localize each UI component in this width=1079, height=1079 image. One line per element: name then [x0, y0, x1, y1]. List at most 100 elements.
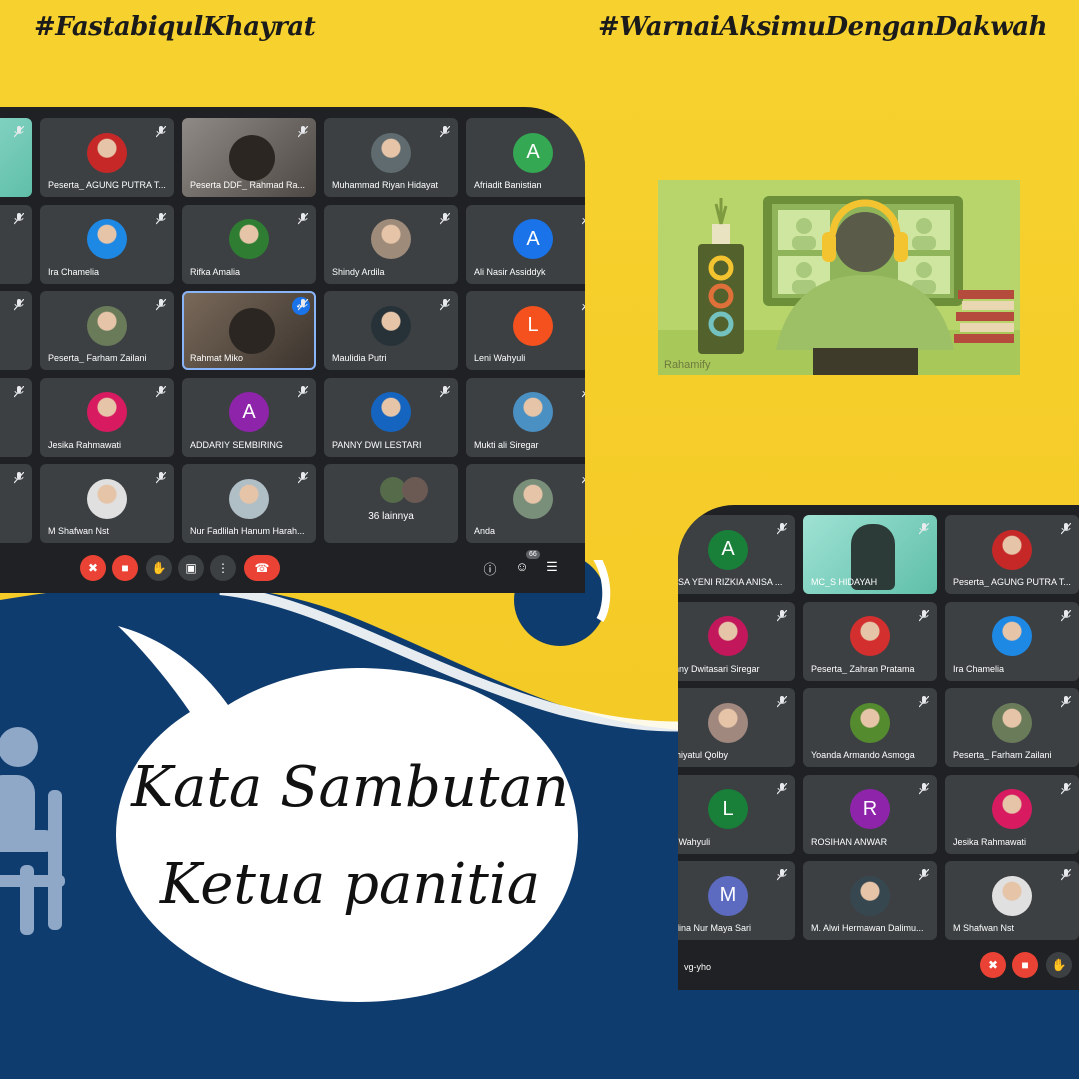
participant-name: Rifka Amalia — [190, 266, 241, 277]
participant-tile[interactable]: •••Rahmat Miko — [182, 291, 316, 370]
participant-tile[interactable]: A NISA YENI RIZKIA ANISA ... — [678, 515, 795, 594]
avatar — [87, 219, 127, 260]
participant-tile[interactable]: Yoanda Armando Asmoga — [803, 688, 937, 767]
mic-off-icon — [1060, 868, 1072, 881]
participant-tile[interactable]: Peserta DDF_ Rahmad Ra... — [182, 118, 316, 197]
mic-off-icon — [581, 212, 585, 224]
participant-tile[interactable]: M. Alwi Hermawan Dalimu... — [803, 861, 937, 940]
avatar — [87, 305, 127, 346]
person-with-headphones-illustration — [658, 180, 1020, 375]
participant-name: Rahmat Miko — [190, 353, 244, 363]
sitting-person-icon — [0, 727, 65, 935]
more-options-button[interactable]: ⋮ — [210, 555, 236, 581]
mic-off-icon — [155, 298, 167, 311]
participant-tile[interactable]: onny Dwitasari Siregar — [678, 601, 795, 681]
present-screen-button[interactable]: ▣ — [178, 555, 204, 581]
participant-tile[interactable]: R ROSIHAN ANWAR — [803, 774, 937, 854]
participant-tile[interactable]: Anda — [466, 464, 585, 543]
participant-tile[interactable]: Mukti ali Siregar — [466, 377, 585, 457]
hashtag-left: #FastabiqulKhayrat — [34, 12, 316, 42]
avatar — [371, 392, 411, 433]
participant-tile[interactable]: Ira Chamelia — [40, 204, 174, 284]
second-meet-window: A NISA YENI RIZKIA ANISA ... MC_S HIDAYAH P… — [678, 505, 1079, 990]
avatar — [850, 875, 890, 916]
camera-toggle-button[interactable]: ■ — [1012, 952, 1038, 978]
participant-tile[interactable]: L Leni Wahyuli — [466, 291, 585, 370]
participant-tile[interactable]: ajhiyatul Qolby — [678, 688, 795, 767]
mic-off-icon — [1060, 522, 1072, 535]
participant-tile[interactable]: Peserta_ Farham Zailani — [945, 688, 1079, 767]
participant-name: Ira Chamelia — [953, 663, 1005, 674]
participant-tile[interactable]: alimu... — [0, 464, 32, 543]
end-call-button[interactable]: ☎ — [244, 555, 280, 581]
mic-toggle-button[interactable]: ✖ — [80, 555, 106, 581]
participant-tile[interactable]: Rifka Amalia — [182, 204, 316, 284]
participant-tile[interactable]: PANNY DWI LESTARI — [324, 377, 458, 457]
participant-name: PANNY DWI LESTARI — [332, 439, 422, 450]
participant-tile[interactable]: M Shafwan Nst — [40, 464, 174, 543]
avatar: A — [513, 132, 553, 173]
participant-tile[interactable]: A ADDARIY SEMBIRING — [182, 377, 316, 457]
participant-tile[interactable]: 36 lainnya — [324, 464, 458, 543]
mic-off-icon — [13, 385, 25, 397]
mic-off-icon — [776, 609, 788, 621]
participant-tile[interactable]: Peserta_ AGUNG PUTRA T... — [945, 515, 1079, 594]
participant-tile[interactable]: A Ali Nasir Assiddyk — [466, 204, 585, 284]
mic-off-icon — [1060, 695, 1072, 708]
meeting-code: vg-yho — [684, 962, 712, 972]
participant-tile[interactable]: Lni Wahyuli — [678, 774, 795, 854]
mic-off-icon — [439, 385, 451, 397]
avatar — [708, 702, 748, 743]
chat-button[interactable]: ☰ — [542, 559, 562, 579]
participant-name: Ali Nasir Assiddyk — [474, 266, 546, 277]
participant-tile[interactable]: Jesika Rahmawati — [945, 774, 1079, 854]
participant-tile[interactable]: Maulidia Putri — [324, 291, 458, 370]
participant-name: Nur Fadlilah Hanum Harah... — [190, 526, 305, 536]
avatar — [992, 702, 1032, 743]
avatar: L — [513, 305, 553, 346]
participant-name: Shindy Ardila — [332, 266, 385, 277]
participant-name: Jesika Rahmawati — [953, 836, 1027, 847]
participant-tile[interactable]: Shindy Ardila — [324, 204, 458, 284]
participant-tile[interactable] — [0, 291, 32, 370]
participant-tile[interactable]: M Shafwan Nst — [945, 861, 1079, 940]
participant-name: Ira Chamelia — [48, 266, 100, 277]
mic-toggle-button[interactable]: ✖ — [980, 952, 1006, 978]
mic-off-icon — [581, 385, 585, 397]
avatar — [371, 305, 411, 346]
participant-name: NISA YENI RIZKIA ANISA ... — [678, 577, 783, 587]
avatar: A — [708, 529, 748, 570]
raise-hand-button[interactable]: ✋ — [146, 555, 172, 581]
raise-hand-button[interactable]: ✋ — [1046, 952, 1072, 978]
participant-tile[interactable]: MC_S HIDAYAH — [803, 515, 937, 594]
participants-button[interactable]: ☺ — [512, 559, 532, 579]
participant-tile[interactable]: Peserta_ Zahran Pratama — [803, 601, 937, 681]
participant-tile[interactable]: Ira Chamelia — [945, 601, 1079, 681]
participant-tile[interactable]: A Afriadit Banistian — [466, 118, 585, 197]
participant-tile[interactable]: Peserta_ Farham Zailani — [40, 291, 174, 370]
mic-off-icon — [581, 298, 585, 311]
participant-tile[interactable] — [0, 118, 32, 197]
meeting-info-button[interactable]: ⓘ — [480, 559, 500, 579]
mic-off-icon — [155, 212, 167, 224]
mic-off-icon — [297, 385, 309, 397]
mic-off-icon — [581, 471, 585, 484]
mic-off-icon — [1060, 609, 1072, 621]
avatar — [87, 478, 127, 519]
participant-tile[interactable] — [0, 377, 32, 457]
participant-tile[interactable]: Peserta_ AGUNG PUTRA T... — [40, 118, 174, 197]
participant-name: Yoanda Armando Asmoga — [811, 750, 915, 760]
participant-tile[interactable]: Muhammad Riyan Hidayat — [324, 118, 458, 197]
participant-tile[interactable]: Jesika Rahmawati — [40, 377, 174, 457]
participant-tile[interactable]: Nur Fadlilah Hanum Harah... — [182, 464, 316, 543]
mic-off-icon — [918, 522, 930, 535]
participant-tile[interactable]: Marlina Nur Maya Sari — [678, 861, 795, 940]
mic-off-icon — [1060, 782, 1072, 794]
avatar — [513, 478, 553, 519]
participant-name: Peserta_ Zahran Pratama — [811, 663, 915, 674]
avatar — [87, 132, 127, 173]
participant-tile[interactable]: ama — [0, 204, 32, 284]
participant-name: M. Alwi Hermawan Dalimu... — [811, 923, 924, 933]
camera-toggle-button[interactable]: ■ — [112, 555, 138, 581]
mic-off-icon — [581, 125, 585, 138]
